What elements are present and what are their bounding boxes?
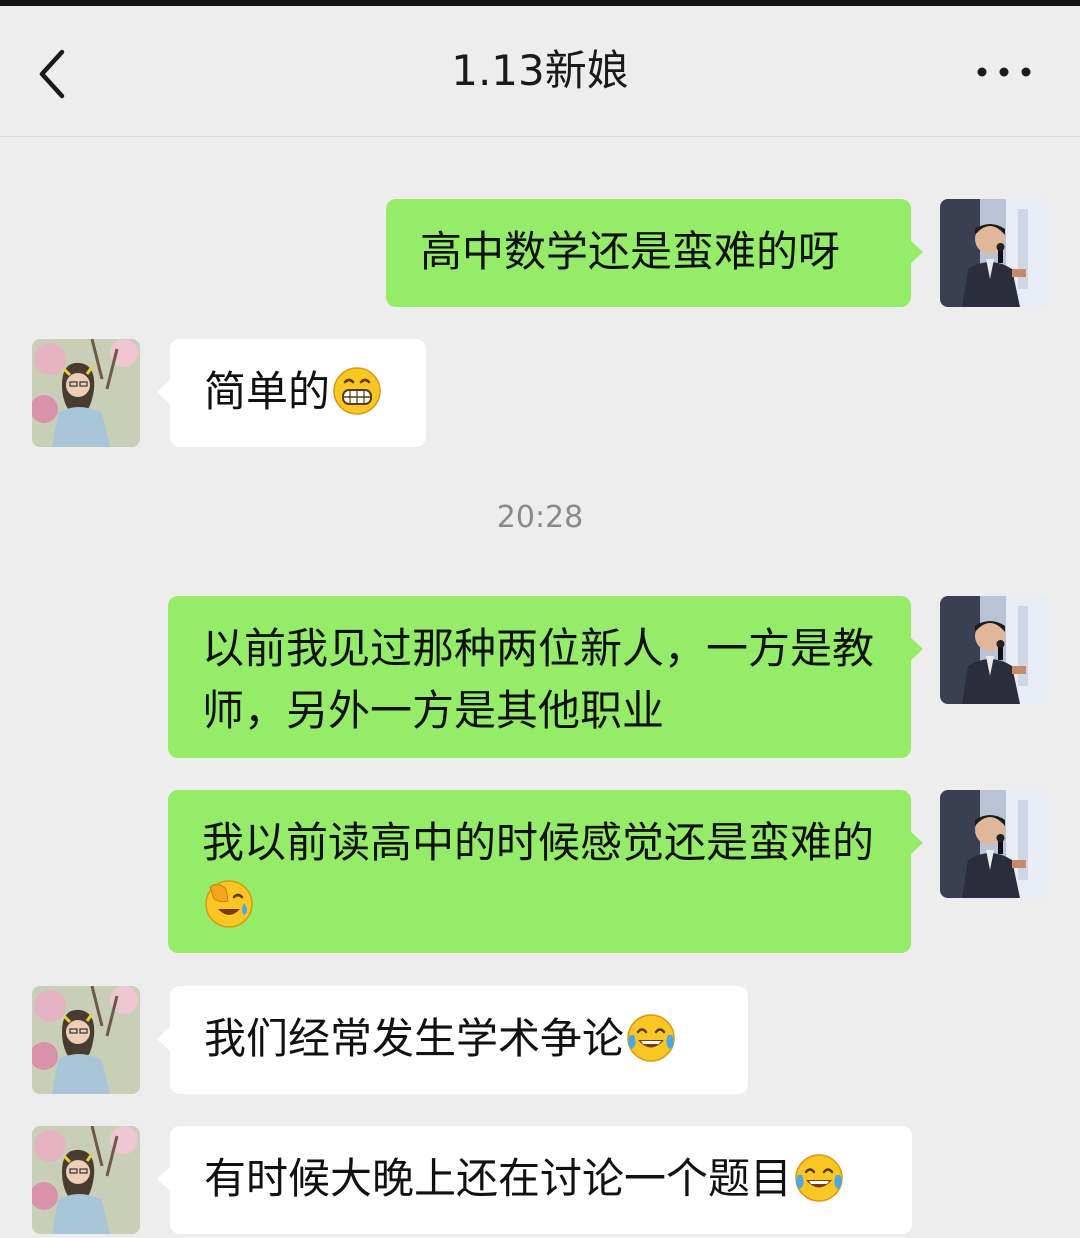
my-avatar[interactable] bbox=[940, 596, 1048, 704]
my-avatar[interactable] bbox=[940, 790, 1048, 898]
grin-emoji bbox=[332, 366, 382, 416]
chat-header: 1.13新娘 bbox=[0, 6, 1080, 137]
message-text: 以前我见过那种两位新人，一方是教师，另外一方是其他职业 bbox=[202, 624, 875, 735]
facepalm-laugh-emoji bbox=[204, 879, 254, 929]
more-horizontal-icon bbox=[977, 67, 1031, 77]
bubble-tail bbox=[157, 1167, 170, 1191]
chevron-left-icon bbox=[39, 49, 65, 99]
message-text: 高中数学还是蛮难的呀 bbox=[420, 227, 841, 276]
chat-title: 1.13新娘 bbox=[451, 46, 629, 95]
bubble-tail bbox=[910, 831, 923, 855]
more-button[interactable] bbox=[970, 56, 1040, 92]
contact-message-bubble[interactable]: 我们经常发生学术争论 bbox=[170, 986, 748, 1094]
my-message-bubble[interactable]: 我以前读高中的时候感觉还是蛮难的 bbox=[168, 790, 911, 953]
message-text: 我以前读高中的时候感觉还是蛮难的 bbox=[202, 818, 875, 867]
contact-avatar[interactable] bbox=[32, 339, 140, 447]
contact-avatar[interactable] bbox=[32, 1126, 140, 1234]
my-message-bubble[interactable]: 高中数学还是蛮难的呀 bbox=[386, 199, 911, 307]
bubble-tail bbox=[157, 380, 170, 404]
chat-timestamp: 20:28 bbox=[496, 500, 584, 535]
back-button[interactable] bbox=[30, 44, 80, 104]
bubble-tail bbox=[157, 1027, 170, 1051]
contact-avatar[interactable] bbox=[32, 986, 140, 1094]
bubble-tail bbox=[910, 637, 923, 661]
message-text: 简单的 bbox=[204, 367, 331, 416]
tears-of-joy-emoji bbox=[626, 1013, 676, 1063]
tears-of-joy-emoji bbox=[794, 1153, 844, 1203]
contact-message-bubble[interactable]: 简单的 bbox=[170, 339, 426, 447]
contact-message-bubble[interactable]: 有时候大晚上还在讨论一个题目 bbox=[170, 1126, 912, 1234]
bubble-tail bbox=[910, 240, 923, 264]
message-text: 我们经常发生学术争论 bbox=[204, 1014, 625, 1063]
my-message-bubble[interactable]: 以前我见过那种两位新人，一方是教师，另外一方是其他职业 bbox=[168, 596, 911, 758]
my-avatar[interactable] bbox=[940, 199, 1048, 307]
message-text: 有时候大晚上还在讨论一个题目 bbox=[204, 1154, 793, 1203]
